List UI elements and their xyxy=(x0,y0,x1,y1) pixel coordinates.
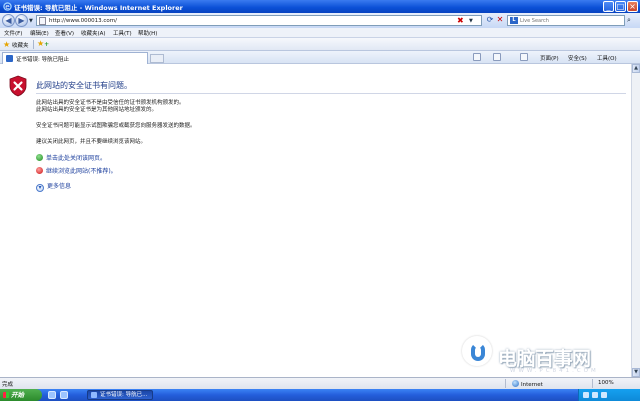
page-icon xyxy=(39,17,46,25)
live-search-icon: L xyxy=(510,17,518,24)
search-box[interactable]: L xyxy=(507,15,625,26)
minimize-button[interactable]: _ xyxy=(603,1,614,12)
search-input[interactable] xyxy=(520,16,620,25)
close-page-link-text[interactable]: 单击此处关闭该网页。 xyxy=(46,155,106,162)
favorites-star-icon[interactable]: ★ xyxy=(3,40,10,49)
stop-icon[interactable]: ✕ xyxy=(495,15,505,25)
green-arrow-icon xyxy=(36,154,43,161)
maximize-button[interactable]: □ xyxy=(615,1,626,12)
svg-text:e: e xyxy=(5,2,10,11)
tab-page-icon xyxy=(6,55,13,62)
menu-view[interactable]: 查看(V) xyxy=(55,29,74,37)
shield-error-icon xyxy=(9,75,27,97)
divider xyxy=(36,93,626,94)
error-page: 此网站的安全证书有问题。 此网站出具的安全证书不是由受信任的证书颁发机构颁发的。… xyxy=(0,64,631,377)
search-go-icon[interactable]: ⌕ xyxy=(627,16,631,25)
globe-icon xyxy=(512,380,519,387)
menu-bar: 文件(F) 编辑(E) 查看(V) 收藏夹(A) 工具(T) 帮助(H) xyxy=(0,28,640,38)
more-info-icon[interactable]: ▾ xyxy=(36,184,44,192)
more-info-link[interactable]: ▾ 更多信息 xyxy=(36,181,71,192)
continue-link[interactable]: 继续浏览此网站(不推荐)。 xyxy=(36,166,117,175)
separator xyxy=(33,40,34,49)
home-icon[interactable] xyxy=(473,53,481,61)
status-divider xyxy=(592,379,593,388)
page-title: 此网站的安全证书有问题。 xyxy=(36,81,132,90)
more-info-text[interactable]: 更多信息 xyxy=(47,183,71,190)
watermark-url: WWW.PC841.COM xyxy=(510,368,599,374)
scroll-up-icon[interactable]: ▲ xyxy=(632,64,640,73)
address-dropdown-icon[interactable]: ▼ xyxy=(469,18,473,24)
status-divider xyxy=(505,379,506,388)
menu-file[interactable]: 文件(F) xyxy=(4,29,22,37)
red-shield-icon xyxy=(36,167,43,174)
watermark-text: 电脑百事网 xyxy=(498,348,591,370)
menu-help[interactable]: 帮助(H) xyxy=(138,29,157,37)
security-zone[interactable]: Internet xyxy=(512,380,543,388)
address-field[interactable]: http://www.000013.com/ ✖ ▼ xyxy=(36,15,482,26)
add-favorite-icon[interactable]: ★+ xyxy=(37,39,49,50)
new-tab-button[interactable] xyxy=(150,54,164,63)
tab-certificate-error[interactable]: 证书错误: 导航已阻止 xyxy=(2,52,148,64)
vertical-scrollbar[interactable]: ▲ ▼ xyxy=(631,64,640,377)
zoom-level[interactable]: 100% xyxy=(598,380,614,386)
close-page-link[interactable]: 单击此处关闭该网页。 xyxy=(36,153,106,162)
continue-link-text[interactable]: 继续浏览此网站(不推荐)。 xyxy=(46,168,117,175)
menu-tools[interactable]: 工具(T) xyxy=(113,29,132,37)
tab-label: 证书错误: 导航已阻止 xyxy=(16,57,70,63)
start-label: 开始 xyxy=(11,391,24,399)
title-bar[interactable]: e 证书错误: 导航已阻止 - Windows Internet Explore… xyxy=(0,0,640,13)
tray-security-icon[interactable] xyxy=(601,392,607,398)
reason-line-1: 此网站出具的安全证书不是由受信任的证书颁发机构颁发的。 xyxy=(36,100,185,106)
page-menu[interactable]: 页面(P) xyxy=(540,54,559,62)
recommendation-text: 建议关闭此网页，并且不要继续浏览该网站。 xyxy=(36,139,147,145)
favorites-bar: ★ 收藏夹 ★+ xyxy=(0,38,640,51)
warning-text: 安全证书问题可能显示试图欺骗您或截获您向服务器发送的数据。 xyxy=(36,123,196,129)
quick-launch-ie-icon[interactable] xyxy=(48,391,56,399)
address-row: ◀ ▶ ▼ http://www.000013.com/ ✖ ▼ ⟳ ✕ L ⌕ xyxy=(0,13,640,28)
feeds-icon[interactable] xyxy=(493,53,501,61)
window-title: 证书错误: 导航已阻止 - Windows Internet Explorer xyxy=(14,4,183,12)
print-icon[interactable] xyxy=(520,53,528,61)
status-text: 完成 xyxy=(2,382,14,388)
system-tray xyxy=(578,389,640,401)
tray-network-icon[interactable] xyxy=(583,392,589,398)
safety-menu[interactable]: 安全(S) xyxy=(568,54,587,62)
taskbar: 开始 证书错误: 导航已... xyxy=(0,389,640,401)
start-button[interactable]: 开始 xyxy=(0,389,42,401)
tools-menu[interactable]: 工具(O) xyxy=(597,54,617,62)
refresh-icon[interactable]: ⟳ xyxy=(485,15,495,25)
reason-line-2: 此网站出具的安全证书是为其他网站地址颁发的。 xyxy=(36,107,158,113)
watermark-logo xyxy=(462,336,492,366)
back-icon[interactable]: ◀ xyxy=(2,14,15,27)
ie-icon xyxy=(91,392,97,398)
menu-edit[interactable]: 编辑(E) xyxy=(30,29,49,37)
history-dropdown-icon[interactable]: ▼ xyxy=(29,18,33,24)
taskbar-item-label: 证书错误: 导航已... xyxy=(100,392,148,398)
menu-favorites[interactable]: 收藏夹(A) xyxy=(81,29,106,37)
close-button[interactable]: × xyxy=(627,1,638,12)
ie-icon: e xyxy=(3,2,12,11)
address-url[interactable]: http://www.000013.com/ xyxy=(49,18,117,24)
windows-flag-icon xyxy=(3,392,9,398)
zone-label: Internet xyxy=(521,382,543,388)
scroll-down-icon[interactable]: ▼ xyxy=(632,368,640,377)
tray-volume-icon[interactable] xyxy=(592,392,598,398)
certificate-error-icon[interactable]: ✖ xyxy=(457,16,464,25)
taskbar-item-ie[interactable]: 证书错误: 导航已... xyxy=(87,390,153,400)
favorites-label[interactable]: 收藏夹 xyxy=(12,41,29,49)
forward-icon[interactable]: ▶ xyxy=(15,14,28,27)
tab-row: 证书错误: 导航已阻止 页面(P) 安全(S) 工具(O) xyxy=(0,51,640,64)
quick-launch-desktop-icon[interactable] xyxy=(60,391,68,399)
status-bar: 完成 Internet 100% xyxy=(0,377,640,389)
